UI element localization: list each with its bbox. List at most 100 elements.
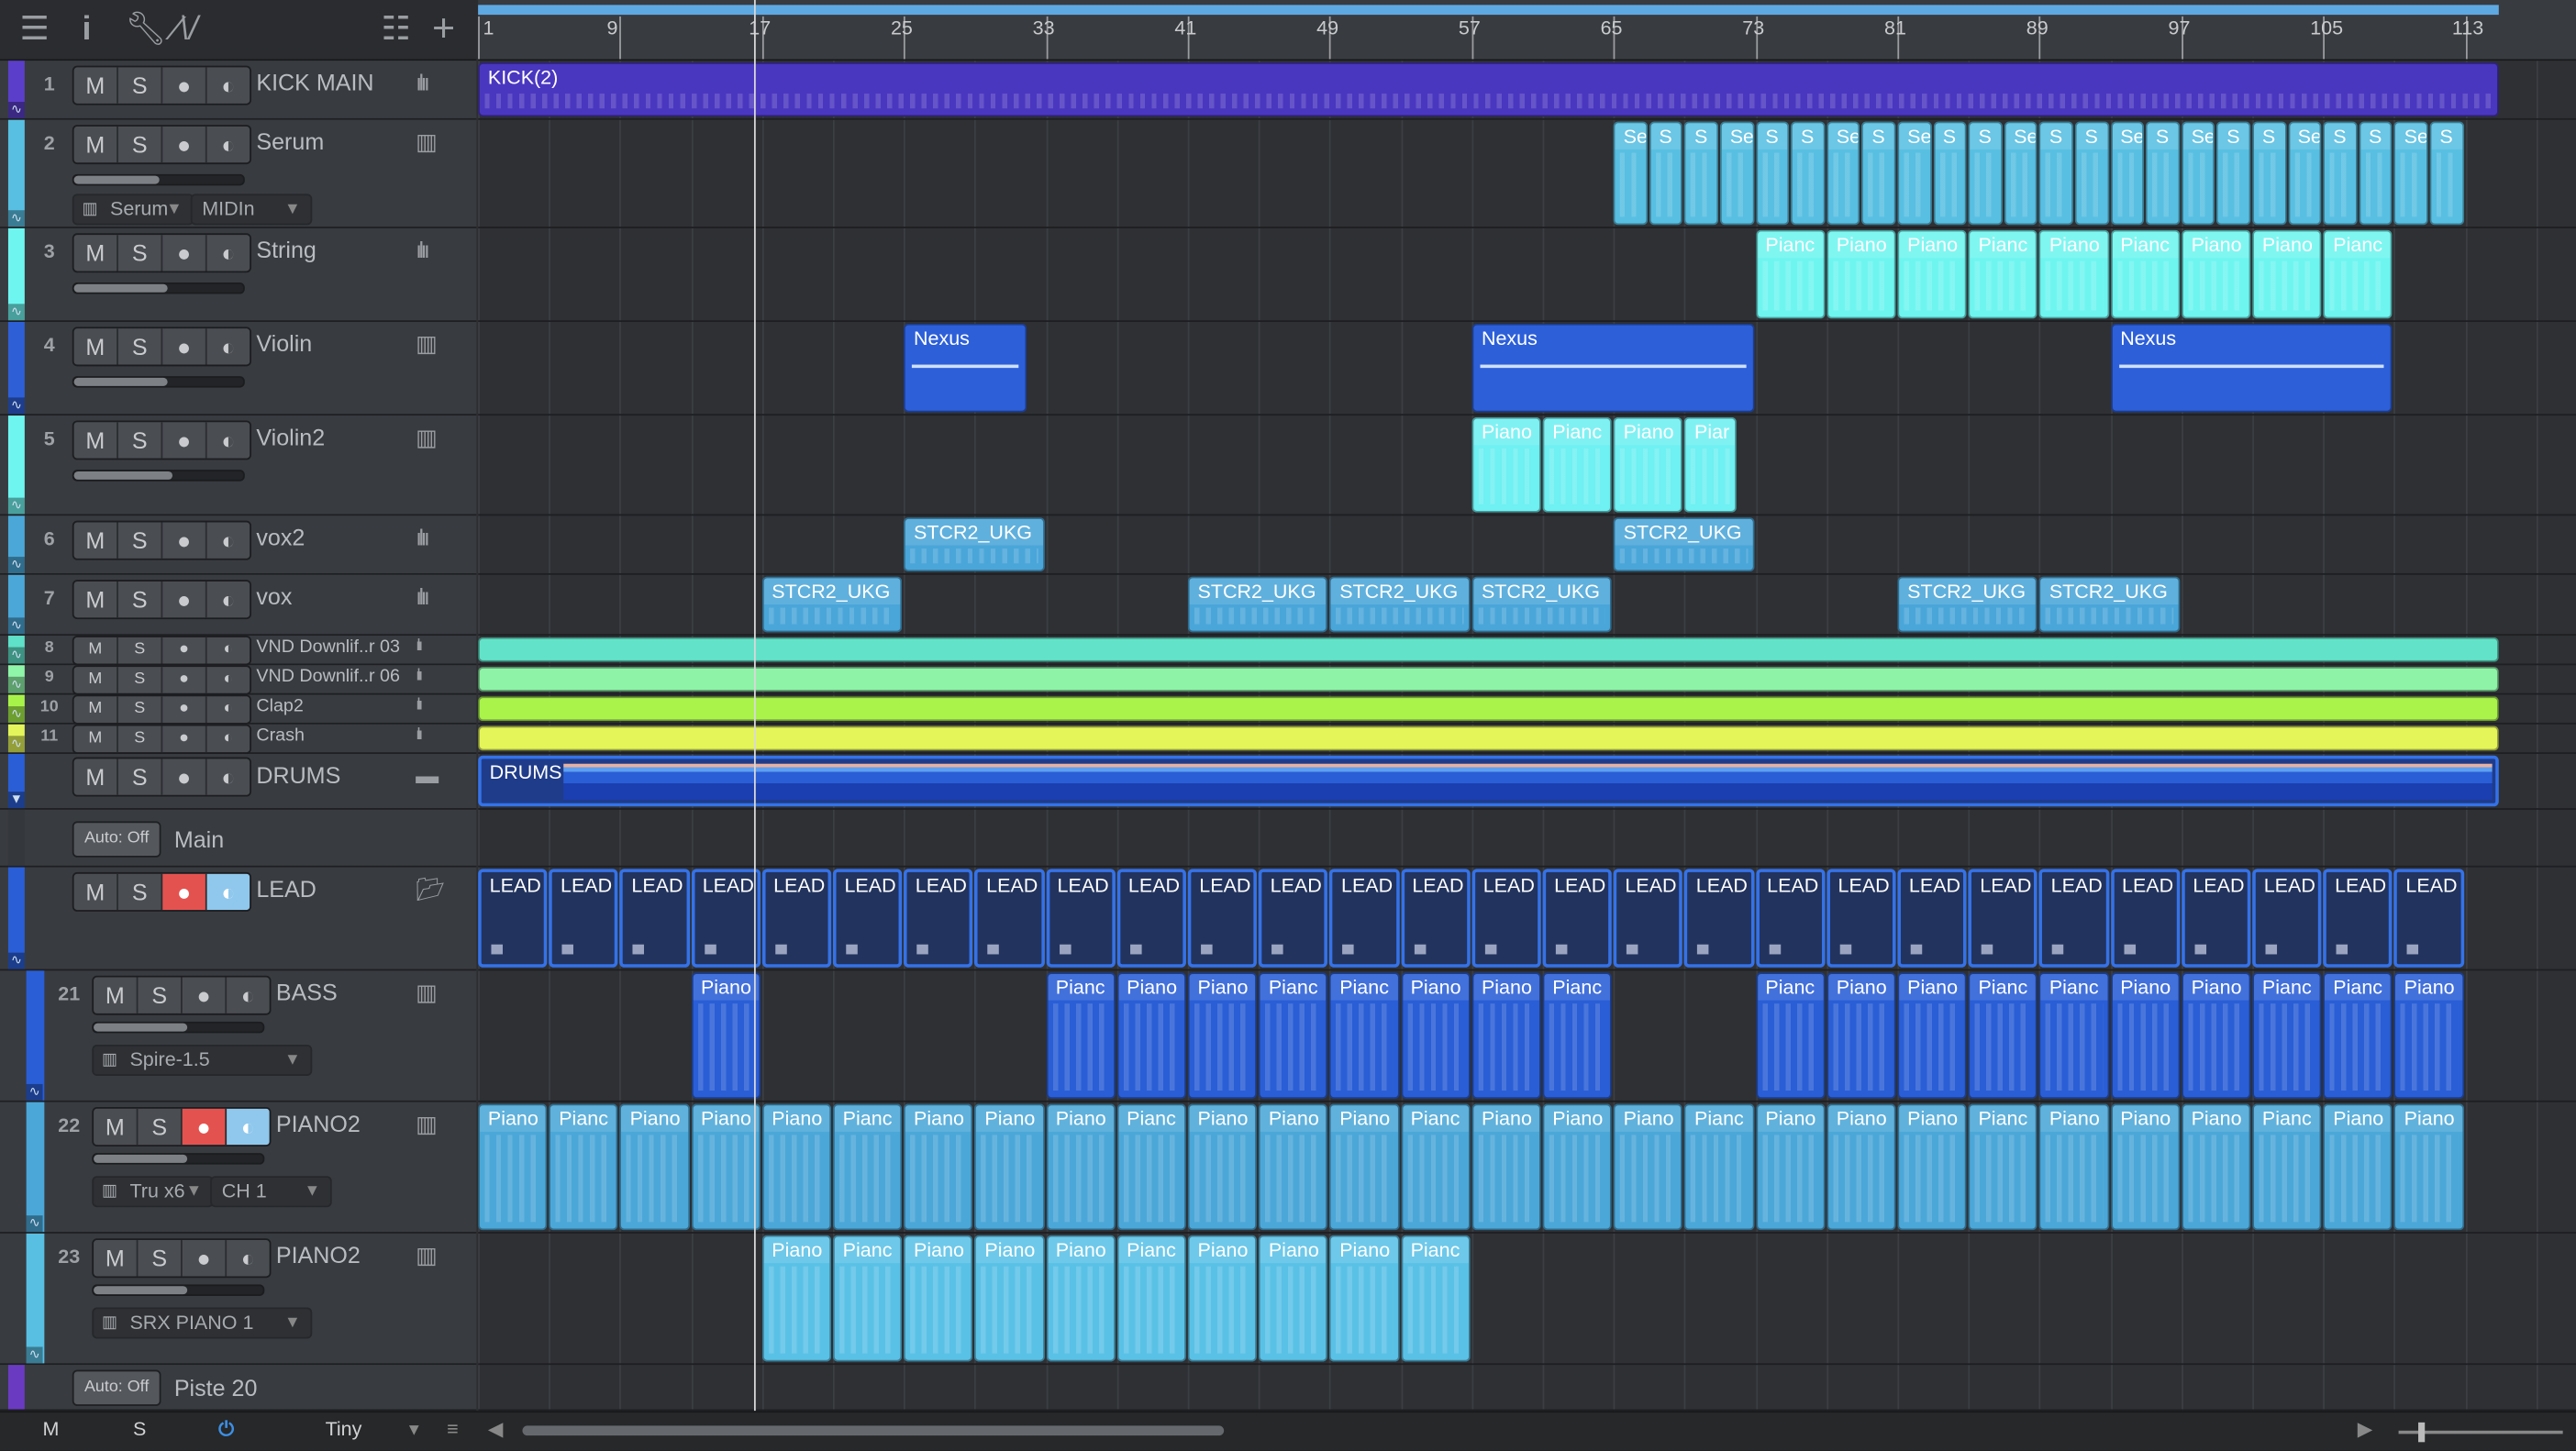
automation-toggle-icon[interactable]: ∿ [7,557,25,573]
automation-toggle-icon[interactable]: ∿ [7,210,25,227]
mute-button[interactable]: M [94,977,139,1013]
menu-icon[interactable]: ☰ [19,10,49,50]
monitor-button[interactable]: ◐ [207,422,250,458]
folder-clip[interactable]: LEAD [832,869,903,968]
folder-clip[interactable]: LEAD [761,869,832,968]
automation-toggle-icon[interactable]: ∿ [7,497,25,515]
list-icon[interactable]: ≡ [447,1417,459,1440]
track-header-vox[interactable]: ∿ 7 M S ● ◐ vox ılıı [0,574,477,637]
folder-clip[interactable]: LEAD [2039,869,2109,968]
track-header-vnd-downlif-r-03[interactable]: ∿ 8 M S ● ◐ VND Downlif..r 03 ılıı [0,636,477,666]
monitor-button[interactable]: ◐ [227,978,270,1013]
clip[interactable]: S [2146,121,2180,226]
clip[interactable]: Piano [904,1235,973,1362]
solo-button[interactable]: S [118,126,163,163]
record-arm-button[interactable]: ● [162,522,207,559]
clip[interactable]: Pianc [549,1103,619,1231]
clip[interactable]: S [1755,121,1790,226]
info-icon[interactable]: i [83,10,92,50]
track-name[interactable]: Violin [256,330,312,357]
track-name[interactable]: VND Downlif..r 03 [256,637,400,657]
mute-button[interactable]: M [74,422,118,459]
mute-button[interactable]: M [74,522,118,559]
track-header-string[interactable]: ∿ 3 M S ● ◐ String ılıı [0,227,477,322]
track-name[interactable]: Main [174,825,224,852]
clip[interactable]: S [1861,121,1896,226]
record-arm-button[interactable]: ● [162,667,207,693]
volume-fader[interactable] [92,1284,265,1296]
clip[interactable]: Piano [2393,972,2464,1100]
track-color-strip[interactable]: ∿ [26,1102,45,1233]
record-arm-button[interactable]: ● [162,637,207,664]
clip[interactable]: Piano [478,1103,548,1231]
monitor-button[interactable]: ◐ [207,582,250,617]
clip[interactable]: Piar [1684,416,1737,513]
track-name[interactable]: BASS [276,979,338,1005]
record-arm-button[interactable]: ● [162,696,207,723]
clip[interactable]: Pianc [1116,1103,1186,1231]
mute-button[interactable]: M [74,759,118,795]
clip[interactable]: Piano [1471,1103,1541,1231]
clip[interactable]: S [2074,121,2109,226]
track-header-piano2[interactable]: ∿ 22 M S ● ◐ PIANO2 ▥ Tru x6 ▥ ▼ CH 1 ▼ [0,1102,477,1234]
clip[interactable]: Pianc [1968,229,2038,319]
automation-icon[interactable]: ⁄\/ [174,10,198,50]
automation-toggle-icon[interactable]: ∿ [26,1083,43,1101]
clip[interactable]: Piano [2110,1103,2180,1231]
folder-clip[interactable]: LEAD [1116,869,1186,968]
track-name[interactable]: Serum [256,128,324,155]
track-name[interactable]: String [256,237,316,263]
track-header-violin2[interactable]: ∿ 5 M S ● ◐ Violin2 ▥ [0,415,477,516]
clip[interactable]: Piano [691,972,761,1100]
clip[interactable]: Se [2181,121,2215,226]
clip[interactable]: Piano [974,1235,1045,1362]
track-header-vox2[interactable]: ∿ 6 M S ● ◐ vox2 ılıı [0,515,477,575]
instrument-select[interactable]: Tru x6 ▥ ▼ [92,1176,214,1208]
monitor-button[interactable]: ◐ [207,637,250,664]
clip[interactable]: Nexus [904,323,1027,413]
volume-fader[interactable] [72,376,245,388]
record-arm-button[interactable]: ● [162,126,207,163]
clip[interactable]: Piano [2323,1103,2393,1231]
clip[interactable]: Pianc [1046,972,1116,1100]
record-arm-button[interactable]: ● [162,581,207,618]
clip[interactable]: STCR2_UKG [904,517,1045,572]
track-header-kick-main[interactable]: ∿ 1 M S ● ◐ KICK MAIN ılıı [0,61,477,120]
midi-input-select[interactable]: CH 1 ▼ [210,1176,332,1208]
mute-button[interactable]: M [74,696,118,723]
clip[interactable]: S [2216,121,2251,226]
clip[interactable]: Piano [2252,229,2322,319]
clip[interactable]: Piano [1897,229,1967,319]
automation-toggle-icon[interactable]: ∿ [7,102,25,118]
clip[interactable]: Piano [1827,229,1896,319]
monitor-button[interactable]: ◐ [207,328,250,364]
solo-button[interactable]: S [118,759,163,795]
clip[interactable]: Pianc [2039,972,2109,1100]
folder-clip[interactable]: LEAD [1542,869,1613,968]
clip[interactable]: S [1649,121,1683,226]
track-lane[interactable] [478,725,2576,754]
playhead-cursor[interactable] [753,0,756,1412]
automation-toggle-icon[interactable]: ∿ [26,1346,43,1364]
mute-button[interactable]: M [94,1108,139,1146]
clip[interactable]: Piano [691,1103,761,1231]
solo-button[interactable]: S [118,422,163,459]
clip[interactable]: Pianc [2323,229,2393,319]
automation-toggle-icon[interactable]: ∿ [26,1215,43,1233]
clip[interactable]: Piano [761,1235,832,1362]
solo-button[interactable]: S [118,522,163,559]
track-name[interactable]: Clap2 [256,696,303,715]
clip[interactable]: Se [2004,121,2038,226]
clip[interactable]: Piano [1259,1103,1328,1231]
track-color-strip[interactable]: ∿ [7,665,25,693]
clip[interactable] [478,637,2500,662]
clip[interactable]: Piano [1897,1103,1967,1231]
clip[interactable]: Pianc [2323,972,2393,1100]
track-color-strip[interactable]: ∿ [7,694,25,723]
track-lane[interactable]: Piano Pianc Piano Piano Piano Pianc Piano Piano… [478,1102,2576,1234]
folder-clip[interactable]: LEAD [2323,869,2393,968]
clip[interactable]: Nexus [2110,323,2393,413]
clip[interactable]: Piano [1755,1103,1826,1231]
loop-range[interactable] [478,5,2499,16]
clip[interactable]: Pianc [2252,1103,2322,1231]
